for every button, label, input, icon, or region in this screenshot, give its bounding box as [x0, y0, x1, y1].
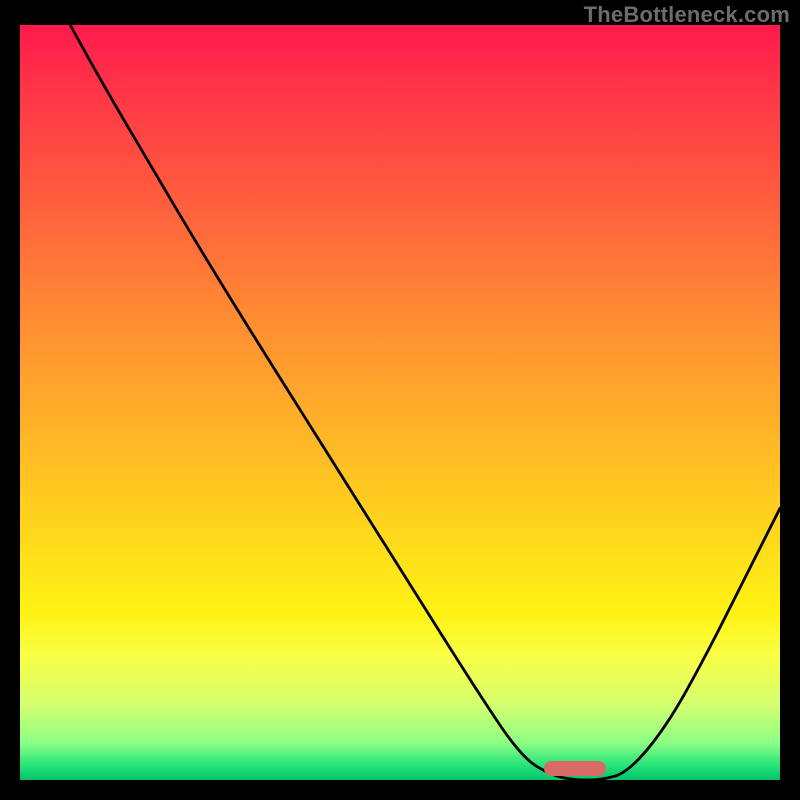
chart-container: TheBottleneck.com — [0, 0, 800, 800]
bottleneck-curve — [20, 25, 780, 780]
plot-area — [20, 25, 780, 780]
optimal-marker — [544, 761, 606, 776]
